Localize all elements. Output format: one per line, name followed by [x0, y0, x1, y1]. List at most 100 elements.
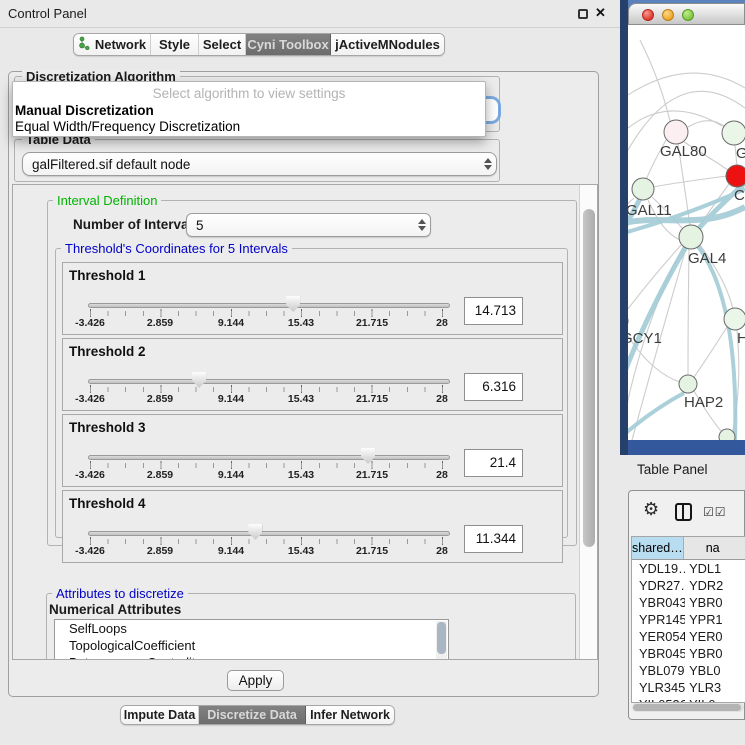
close-traffic-light-icon[interactable] [642, 9, 654, 21]
float-window-icon[interactable] [578, 9, 588, 19]
minimize-traffic-light-icon[interactable] [662, 9, 674, 21]
tab-infer-network[interactable]: Infer Network [306, 706, 394, 724]
table-row[interactable]: YBR045CYBR0 [632, 645, 745, 662]
table-panel: ⚙ ☑☑ shared… na YDL19…YDL1 YDR27…YDR2 YB… [628, 490, 745, 720]
table-row[interactable]: YDL19…YDL1 [632, 560, 745, 577]
network-graph: GAL80 GA C GAL11 GAL4 GCY1 H HAP2 [628, 25, 745, 440]
node-hap2[interactable] [679, 375, 697, 393]
threshold-3-slider-track[interactable] [88, 455, 450, 460]
threshold-3-box: Threshold 3 -3.426 2.859 9.144 15.43 21.… [62, 414, 563, 487]
node-label: HAP2 [684, 394, 723, 411]
screen: Control Panel ✕ Network Style Select Cyn… [0, 0, 745, 745]
table-row[interactable]: YER054CYER0 [632, 628, 745, 645]
threshold-3-value-field[interactable]: 21.4 [464, 449, 523, 477]
settings-scroll-viewport: Interval Definition Number of Intervals … [12, 184, 598, 660]
node-label: GAL11 [628, 202, 672, 219]
tab-label: Network [95, 37, 146, 52]
tick-label: 28 [436, 317, 448, 329]
viewport-scrollbar-thumb[interactable] [583, 209, 595, 547]
tick-marks [90, 311, 444, 316]
attributes-list[interactable]: SelfLoops TopologicalCoefficient Between… [54, 619, 449, 660]
popup-placeholder-item[interactable]: Select algorithm to view settings [13, 86, 485, 101]
tab-discretize-data[interactable]: Discretize Data [199, 706, 306, 724]
threshold-2-value-field[interactable]: 6.316 [464, 373, 523, 401]
node-gal11[interactable] [632, 178, 654, 200]
table-horizontal-scrollbar[interactable] [632, 703, 744, 712]
apply-button[interactable]: Apply [227, 670, 284, 691]
popup-option-equal-width[interactable]: Equal Width/Frequency Discretization [15, 119, 240, 134]
node-red-selected[interactable] [726, 165, 745, 187]
list-scrollbar[interactable] [436, 621, 447, 660]
tab-label: Cyni Toolbox [247, 37, 328, 52]
tick-label: 28 [436, 469, 448, 481]
viewport-scrollbar[interactable] [579, 185, 597, 660]
tab-select[interactable]: Select [199, 34, 246, 55]
list-item[interactable]: TopologicalCoefficient [55, 637, 448, 654]
table-row[interactable]: YIL052CYIL0 [632, 696, 745, 703]
threshold-1-box: Threshold 1 -3.426 2.859 9.144 15.43 21.… [62, 262, 563, 335]
interval-definition-label: Interval Definition [53, 194, 161, 207]
threshold-4-slider-track[interactable] [88, 531, 450, 536]
table-row[interactable]: YPR145WYPR1 [632, 611, 745, 628]
node-top-right[interactable] [722, 121, 745, 145]
node-label: H [737, 330, 745, 347]
tick-label: 15.43 [288, 393, 314, 405]
attributes-group-label: Attributes to discretize [52, 587, 188, 600]
algorithm-dropdown-popup: Select algorithm to view settings Manual… [12, 81, 486, 137]
column-layout-icon[interactable] [675, 503, 692, 521]
tick-label: 9.144 [218, 393, 244, 405]
table-row[interactable]: YBR043CYBR0 [632, 594, 745, 611]
tab-style[interactable]: Style [151, 34, 199, 55]
tick-marks [90, 539, 444, 544]
num-intervals-label: Number of Intervals [73, 217, 200, 232]
node-label: GA [736, 145, 745, 162]
panel-title: Control Panel [8, 6, 87, 21]
node-h[interactable] [724, 308, 745, 330]
column-header-shared-name[interactable]: shared… [632, 537, 684, 559]
table-row[interactable]: YDR27…YDR2 [632, 577, 745, 594]
tab-network[interactable]: Network [74, 34, 151, 55]
panel-separator[interactable] [620, 0, 628, 455]
table-panel-title: Table Panel [637, 462, 708, 477]
tick-label: -3.426 [75, 469, 105, 481]
table-data-value: galFiltered.sif default node [23, 157, 480, 172]
num-intervals-combo[interactable]: 5 [186, 213, 431, 237]
tick-label: 15.43 [288, 469, 314, 481]
tick-label: -3.426 [75, 393, 105, 405]
tab-jactivemnodules[interactable]: jActiveMNodules [331, 34, 444, 55]
tick-label: 21.715 [356, 469, 388, 481]
tick-label: 21.715 [356, 545, 388, 557]
threshold-1-slider-track[interactable] [88, 303, 450, 308]
list-item[interactable]: SelfLoops [55, 620, 448, 637]
threshold-2-slider-track[interactable] [88, 379, 450, 384]
tab-cyni-toolbox[interactable]: Cyni Toolbox [246, 34, 331, 55]
node-gal80[interactable] [664, 120, 688, 144]
table-body: YDL19…YDL1 YDR27…YDR2 YBR043CYBR0 YPR145… [632, 560, 745, 703]
tab-label: Infer Network [310, 708, 390, 722]
network-window-titlebar[interactable] [628, 3, 745, 25]
list-item[interactable]: BetweennessCentrality [55, 654, 448, 660]
popup-option-manual[interactable]: Manual Discretization [15, 103, 154, 118]
num-intervals-value: 5 [187, 218, 414, 233]
tick-label: -3.426 [75, 545, 105, 557]
table-row[interactable]: YBL079WYBL0 [632, 662, 745, 679]
node-bottom[interactable] [719, 429, 735, 440]
threshold-1-value-field[interactable]: 14.713 [464, 297, 523, 325]
close-icon[interactable]: ✕ [595, 5, 606, 21]
table-row[interactable]: YLR345WYLR3 [632, 679, 745, 696]
thresholds-group-label: Threshold's Coordinates for 5 Intervals [61, 242, 292, 255]
zoom-traffic-light-icon[interactable] [682, 9, 694, 21]
threshold-4-value-field[interactable]: 11.344 [464, 525, 523, 553]
column-header-name[interactable]: na [684, 537, 745, 559]
table-data-combo[interactable]: galFiltered.sif default node [22, 152, 497, 176]
tick-label: -3.426 [75, 317, 105, 329]
network-canvas[interactable]: GAL80 GA C GAL11 GAL4 GCY1 H HAP2 [628, 25, 745, 440]
tick-label: 28 [436, 393, 448, 405]
gear-icon[interactable]: ⚙ [643, 499, 659, 520]
node-gal4[interactable] [679, 225, 703, 249]
tick-label: 15.43 [288, 317, 314, 329]
tab-impute-data[interactable]: Impute Data [121, 706, 199, 724]
tick-label: 2.859 [147, 469, 173, 481]
stepper-arrows-icon [480, 158, 496, 170]
checkbox-filter-icons[interactable]: ☑☑ [703, 505, 727, 519]
